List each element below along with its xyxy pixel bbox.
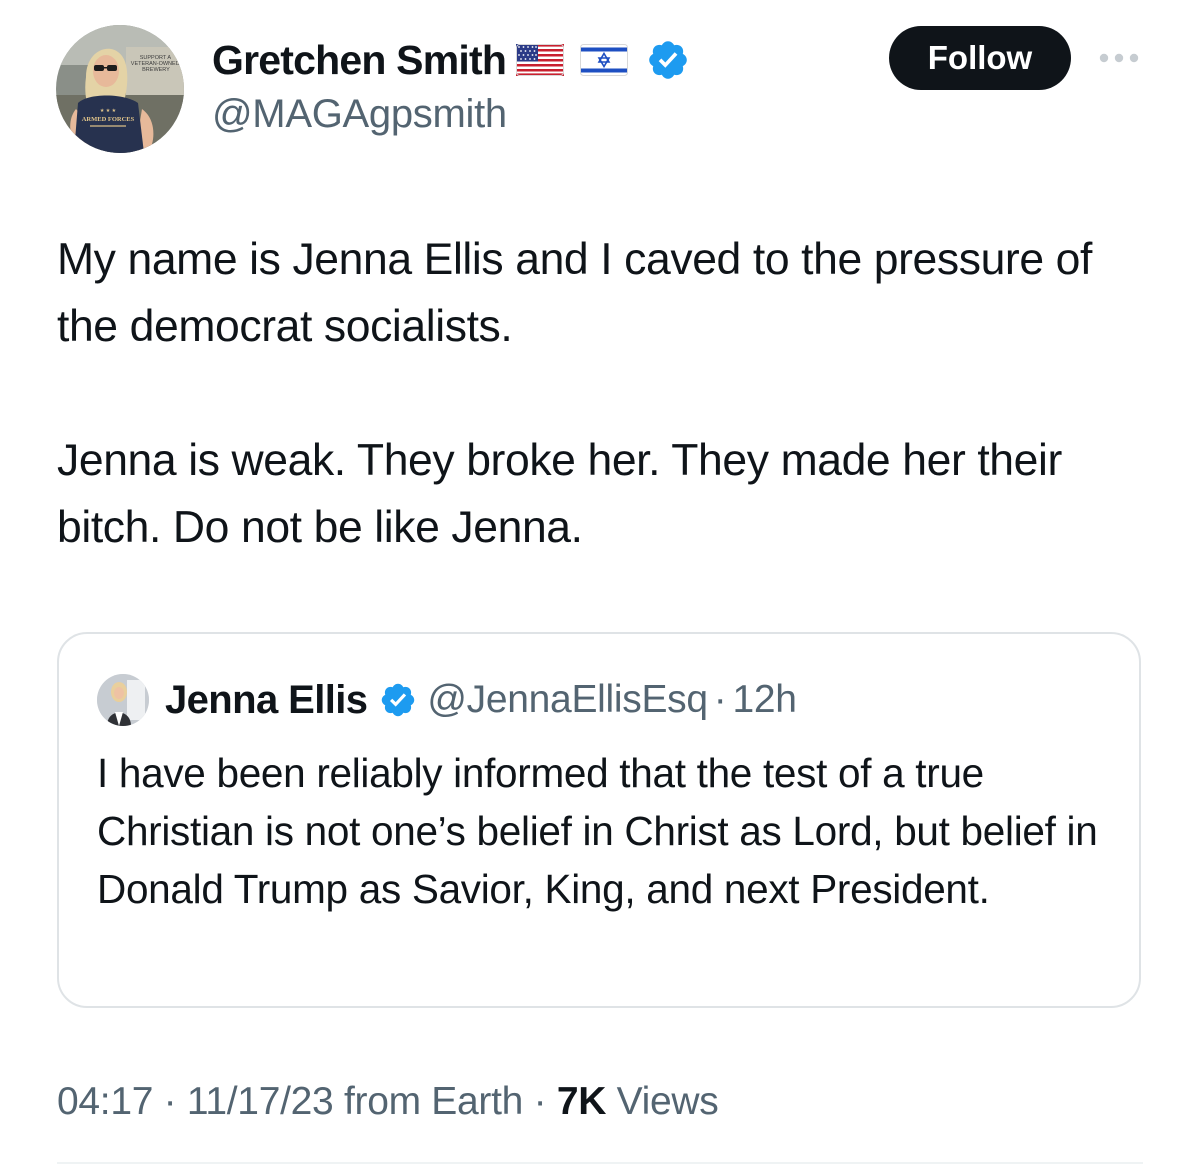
author-name-row: Gretchen Smith [212, 34, 690, 86]
divider [57, 1162, 1143, 1164]
tweet-meta: 04:17 · 11/17/23 from Earth · 7K Views [57, 1080, 719, 1124]
author-handle[interactable]: @MAGAgpsmith [212, 92, 507, 137]
quoted-tweet-time[interactable]: 12h [732, 678, 796, 722]
quoted-tweet-text: I have been reliably informed that the t… [97, 750, 1098, 912]
tweet-date[interactable]: 11/17/23 [187, 1080, 334, 1123]
author-avatar[interactable]: SUPPORT A VETERAN-OWNED BREWERY ARMED FO… [56, 25, 184, 153]
views-count[interactable]: 7K [557, 1080, 607, 1123]
separator-dot: · [533, 1080, 547, 1123]
israel-flag-icon [580, 44, 629, 76]
svg-text:★ ★ ★: ★ ★ ★ [100, 108, 117, 114]
quoted-tweet-card[interactable]: Jenna Ellis @JennaEllisEsq · 12h I have … [57, 632, 1141, 1008]
author-avatar-image: SUPPORT A VETERAN-OWNED BREWERY ARMED FO… [56, 25, 184, 153]
tweet-paragraph: My name is Jenna Ellis and I caved to th… [57, 235, 1092, 351]
author-display-name[interactable]: Gretchen Smith [212, 37, 507, 84]
follow-button[interactable]: Follow [889, 26, 1071, 90]
verified-badge-icon [649, 41, 687, 79]
tweet-text: My name is Jenna Ellis and I caved to th… [57, 226, 1147, 561]
quoted-tweet-header: Jenna Ellis @JennaEllisEsq · 12h [97, 674, 797, 726]
more-options-button[interactable] [1096, 46, 1142, 70]
quoted-author-avatar[interactable] [97, 674, 149, 726]
tweet-paragraph: Jenna is weak. They broke her. They made… [57, 436, 1062, 552]
more-horizontal-icon [1099, 53, 1139, 63]
quoted-author-handle[interactable]: @JennaEllisEsq [427, 678, 708, 722]
tweet-location: from Earth [343, 1080, 524, 1123]
separator-dot: · [713, 678, 727, 721]
avatar-shirt-text: ARMED FORCES [82, 116, 135, 123]
us-flag-icon [516, 44, 565, 76]
views-label[interactable]: Views [617, 1080, 719, 1123]
separator-dot: · [163, 1080, 177, 1123]
quoted-author-avatar-image [97, 674, 149, 726]
tweet-time[interactable]: 04:17 [57, 1080, 153, 1123]
verified-badge-icon [382, 683, 415, 717]
quoted-author-name[interactable]: Jenna Ellis [165, 678, 368, 723]
